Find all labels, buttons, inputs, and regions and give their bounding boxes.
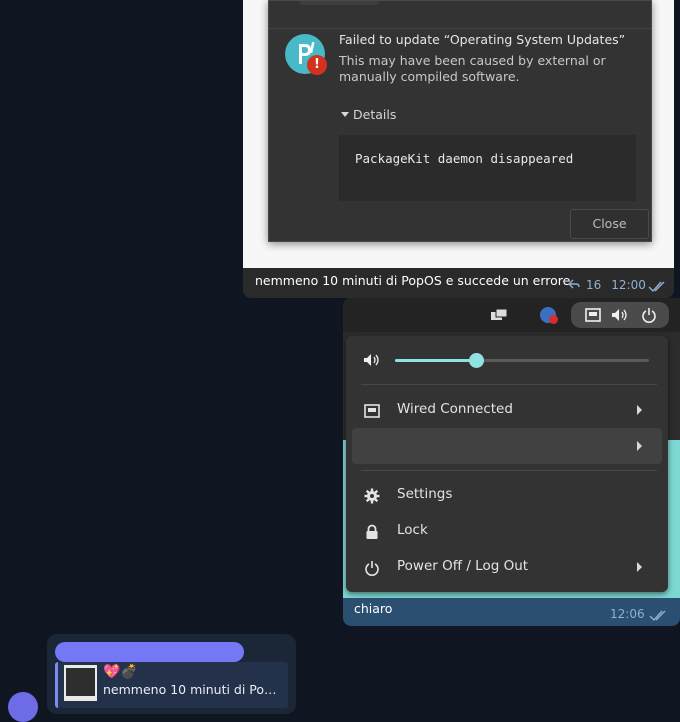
message-caption: chiaro [354,601,393,616]
triangle-down-icon [341,112,349,117]
app-indicator-icon [540,307,558,324]
volume-slider[interactable] [395,353,649,368]
chevron-right-icon [637,441,642,451]
chevron-right-icon [637,405,642,415]
message-time: 12:06 [610,607,645,621]
menu-item-lock[interactable]: Lock [352,513,662,549]
details-expander[interactable]: Details [341,107,396,122]
menu-separator [361,384,657,385]
ethernet-icon [585,308,601,322]
menu-item-label: Wired Connected [397,401,513,417]
menu-item-wired[interactable]: Wired Connected [352,392,662,428]
volume-slider-fill [395,359,477,362]
gear-icon [364,488,380,504]
quote-text: nemmeno 10 minuti di PopOS e succede un … [103,682,283,697]
reply-icon [568,278,580,292]
message-bubble-image[interactable]: ! Failed to update “Operating System Upd… [243,0,674,298]
menu-item-power[interactable]: Power Off / Log Out [352,549,662,585]
volume-slider-handle[interactable] [469,353,485,368]
close-button[interactable]: Close [570,209,649,239]
volume-icon [612,309,627,321]
volume-icon [364,354,379,366]
quote-emoji: 💖💣 [103,664,138,680]
system-top-bar [343,298,680,332]
workspaces-icon [491,308,508,320]
system-menu: Wired Connected Settings Lock Power Off … [346,336,668,592]
menu-item-label: Settings [397,486,453,502]
menu-item-blank[interactable] [352,428,662,464]
warning-badge-icon: ! [307,55,327,75]
sender-name[interactable] [55,642,244,662]
dialog-header [269,1,651,29]
screenshot-image[interactable]: ! Failed to update “Operating System Upd… [243,0,674,268]
details-box: PackageKit daemon disappeared [339,135,636,201]
message-time: 12:00 [611,278,646,292]
dialog-message: This may have been caused by external or… [339,53,606,84]
power-icon [642,308,656,323]
double-check-icon [648,281,665,293]
menu-item-settings[interactable]: Settings [352,477,662,513]
details-label: Details [353,107,397,122]
dialog-header-button [299,1,379,5]
quote-thumbnail-content [66,668,95,696]
ethernet-icon [364,404,380,418]
chevron-right-icon [637,562,642,572]
status-area[interactable] [571,302,669,328]
dialog-title: Failed to update “Operating System Updat… [339,32,626,47]
power-icon [365,561,379,576]
menu-item-label: Power Off / Log Out [397,558,529,574]
error-dialog: ! Failed to update “Operating System Upd… [268,0,652,242]
screenshot-image[interactable]: Wired Connected Settings Lock Power Off … [343,298,680,598]
message-bubble-reply[interactable]: 💖💣 nemmeno 10 minuti di PopOS e succede … [47,634,296,714]
reply-counter[interactable]: 16 12:00 [568,278,646,292]
menu-separator [361,470,657,471]
message-caption: nemmeno 10 minuti di PopOS e succede un … [255,273,571,288]
menu-item-label: Lock [397,522,428,538]
reply-quote[interactable]: 💖💣 nemmeno 10 minuti di PopOS e succede … [55,662,288,708]
details-text: PackageKit daemon disappeared [355,151,574,166]
avatar[interactable] [8,692,38,722]
notification-dot-icon [549,315,558,324]
reply-count: 16 [586,278,602,292]
quote-thumbnail [64,665,97,701]
message-bubble-image[interactable]: Wired Connected Settings Lock Power Off … [343,298,680,626]
lock-icon [366,524,378,539]
double-check-icon [649,610,666,622]
